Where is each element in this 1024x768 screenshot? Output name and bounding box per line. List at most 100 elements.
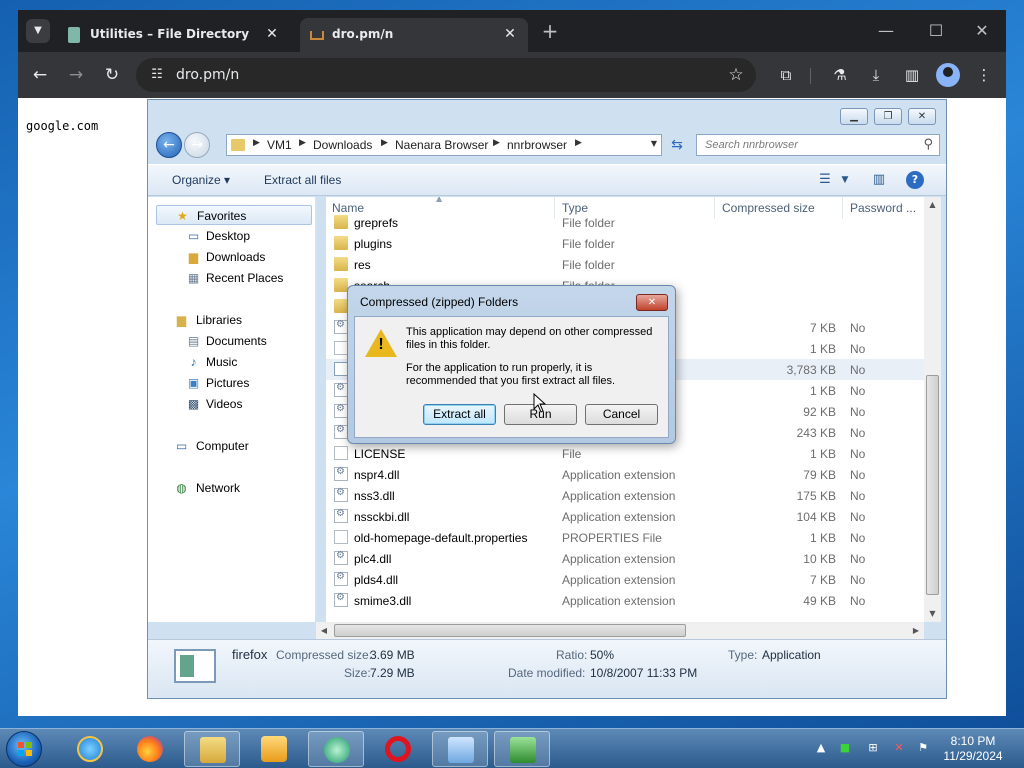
close-icon[interactable]: ✕ — [636, 294, 668, 311]
details-type-value: Application — [762, 648, 821, 662]
nav-favorites[interactable]: ★ Favorites — [156, 205, 312, 225]
chevron-right-icon[interactable]: ▶ — [381, 138, 388, 148]
file-compressed-size: 10 KB — [803, 552, 836, 566]
vertical-scrollbar[interactable]: ▲ ▼ — [924, 197, 941, 622]
nav-computer[interactable]: ▭ Computer — [148, 436, 316, 456]
close-window-button[interactable]: ✕ — [908, 108, 936, 125]
table-row[interactable]: plc4.dll Application extension 10 KB No — [326, 548, 930, 569]
tab-dro-pm[interactable]: dro.pm/n ✕ — [300, 18, 528, 52]
close-icon[interactable]: ✕ — [500, 24, 520, 44]
nav-network[interactable]: ◍ Network — [148, 478, 316, 498]
minimize-button[interactable]: — — [866, 18, 906, 44]
table-row[interactable]: nss3.dll Application extension 175 KB No — [326, 485, 930, 506]
file-explorer-taskbar-button[interactable] — [184, 731, 240, 767]
chevron-down-icon[interactable]: ▼ — [651, 139, 657, 148]
view-options-icon[interactable]: ☰ — [816, 171, 834, 189]
nav-downloads[interactable]: ▆ Downloads — [148, 247, 316, 267]
more-menu-icon[interactable]: ⋮ — [972, 63, 996, 87]
nav-videos[interactable]: ▩ Videos — [148, 394, 316, 414]
search-input[interactable]: Search nnrbrowser ⚲ — [696, 134, 940, 156]
breadcrumb-nnrbrowser[interactable]: nnrbrowser — [507, 138, 567, 152]
scroll-up-icon[interactable]: ▲ — [924, 197, 941, 213]
table-row[interactable]: nssckbi.dll Application extension 104 KB No — [326, 506, 930, 527]
help-icon[interactable]: ? — [906, 171, 924, 189]
taskbar-clock[interactable]: 8:10 PM 11/29/2024 — [934, 734, 1012, 764]
scrollbar-thumb[interactable] — [334, 624, 686, 637]
horizontal-scrollbar[interactable]: ◀ ▶ — [316, 622, 924, 639]
organize-button[interactable]: Organize ▾ — [172, 173, 230, 187]
scroll-down-icon[interactable]: ▼ — [924, 606, 941, 622]
tab-search-button[interactable]: ▼ — [26, 19, 50, 43]
chevron-right-icon[interactable]: ▶ — [575, 138, 582, 148]
forward-button[interactable]: → — [184, 132, 210, 158]
nav-music[interactable]: ♪ Music — [148, 352, 316, 372]
extensions-icon[interactable]: ⧉ — [774, 63, 798, 87]
nav-libraries[interactable]: ▆ Libraries — [148, 310, 316, 330]
close-icon[interactable]: ✕ — [262, 24, 282, 44]
task-manager-taskbar-button[interactable] — [494, 731, 550, 767]
preview-pane-icon[interactable]: ▥ — [870, 171, 888, 189]
url-text[interactable]: dro.pm/n — [176, 67, 239, 83]
scroll-right-icon[interactable]: ▶ — [908, 622, 924, 639]
show-hidden-icons-icon[interactable]: ▲ — [814, 741, 828, 755]
side-panel-icon[interactable]: ▥ — [900, 63, 924, 87]
opera-taskbar-button[interactable] — [370, 731, 426, 767]
profile-avatar-icon[interactable] — [936, 63, 960, 87]
tab-utilities[interactable]: Utilities – File Directory ✕ — [58, 18, 290, 52]
minimize-button[interactable]: ▁ — [840, 108, 868, 125]
download-icon[interactable]: ⤓ — [864, 63, 888, 87]
back-button[interactable]: ← — [26, 61, 54, 89]
media-player-taskbar-button[interactable] — [246, 731, 302, 767]
network-tray-icon[interactable]: ⊞ — [866, 741, 880, 755]
search-icon[interactable]: ⚲ — [923, 137, 933, 152]
table-row[interactable]: plds4.dll Application extension 7 KB No — [326, 569, 930, 590]
table-row[interactable]: plugins File folder — [326, 233, 930, 254]
green-status-icon[interactable]: ■ — [838, 741, 852, 755]
table-row[interactable]: old-homepage-default.properties PROPERTIE… — [326, 527, 930, 548]
back-button[interactable]: ← — [156, 132, 182, 158]
chevron-right-icon[interactable]: ▶ — [299, 138, 306, 148]
scrollbar-thumb[interactable] — [926, 375, 939, 595]
labs-icon[interactable]: ⚗ — [828, 63, 852, 87]
chevron-right-icon[interactable]: ▶ — [493, 138, 500, 148]
breadcrumb-downloads[interactable]: Downloads — [313, 138, 372, 152]
control-panel-taskbar-button[interactable] — [432, 731, 488, 767]
nav-desktop[interactable]: ▭ Desktop — [148, 226, 316, 246]
table-row[interactable]: LICENSE File 1 KB No — [326, 443, 930, 464]
internet-explorer-taskbar-button[interactable] — [62, 731, 118, 767]
nav-label: Network — [196, 481, 241, 495]
reload-button[interactable]: ↻ — [98, 61, 126, 89]
nav-documents[interactable]: ▤ Documents — [148, 331, 316, 351]
firefox-taskbar-button[interactable] — [122, 731, 178, 767]
forward-button[interactable]: → — [62, 61, 90, 89]
table-row[interactable]: greprefs File folder — [326, 212, 930, 233]
chevron-right-icon[interactable]: ▶ — [253, 138, 260, 148]
dll-icon — [334, 319, 348, 334]
refresh-icon[interactable]: ⇆ — [666, 134, 688, 156]
site-settings-icon[interactable]: ☷ — [148, 66, 166, 84]
new-tab-button[interactable]: + — [538, 20, 562, 44]
table-row[interactable]: smime3.dll Application extension 49 KB No — [326, 590, 930, 611]
extract-all-button[interactable]: Extract all — [423, 404, 496, 425]
address-bar[interactable]: ☷ dro.pm/n ☆ — [136, 58, 756, 92]
maximize-button[interactable]: ❐ — [874, 108, 902, 125]
nav-pictures[interactable]: ▣ Pictures — [148, 373, 316, 393]
address-bar[interactable]: ▶ VM1 ▶ Downloads ▶ Naenara Browser ▶ nn… — [226, 134, 662, 156]
cancel-button[interactable]: Cancel — [585, 404, 658, 425]
table-row[interactable]: nspr4.dll Application extension 79 KB No — [326, 464, 930, 485]
downloads-folder-icon: ▆ — [188, 250, 199, 264]
close-window-button[interactable]: ✕ — [962, 18, 1002, 44]
chevron-down-icon[interactable]: ▼ — [836, 171, 854, 189]
table-row[interactable]: res File folder — [326, 254, 930, 275]
maximize-button[interactable]: ☐ — [916, 18, 956, 44]
scroll-left-icon[interactable]: ◀ — [316, 622, 332, 639]
breadcrumb-vm1[interactable]: VM1 — [267, 138, 292, 152]
breadcrumb-naenara-browser[interactable]: Naenara Browser — [395, 138, 488, 152]
nav-recent-places[interactable]: ▦ Recent Places — [148, 268, 316, 288]
volume-muted-icon[interactable]: ✕ — [892, 741, 906, 755]
extract-all-files-button[interactable]: Extract all files — [264, 173, 341, 187]
bookmark-star-icon[interactable]: ☆ — [724, 63, 748, 87]
start-button[interactable] — [6, 731, 42, 767]
action-center-flag-icon[interactable]: ⚑ — [916, 741, 930, 755]
browser-taskbar-button[interactable] — [308, 731, 364, 767]
